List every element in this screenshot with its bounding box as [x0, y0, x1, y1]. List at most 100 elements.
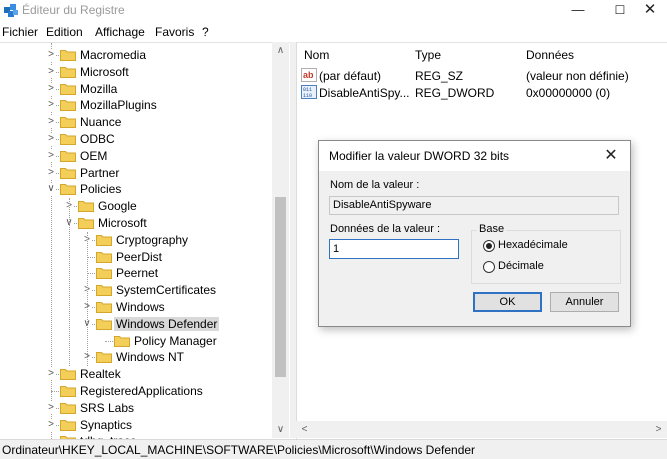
- status-path: Ordinateur\HKEY_LOCAL_MACHINE\SOFTWARE\P…: [2, 443, 476, 457]
- radio-hexadecimal-label[interactable]: Hexadécimale: [498, 239, 568, 251]
- minimize-button[interactable]: —: [558, 0, 598, 22]
- value-data: (valeur non définie): [526, 69, 629, 83]
- folder-icon: [60, 367, 76, 381]
- expand-chevron-icon[interactable]: >: [46, 49, 56, 61]
- edit-dword-dialog: Modifier la valeur DWORD 32 bits ✕ Nom d…: [318, 140, 631, 327]
- tree-item[interactable]: ∨ Policies: [0, 181, 272, 198]
- list-horizontal-scrollbar[interactable]: < >: [296, 421, 667, 438]
- tree-item[interactable]: Peernet: [0, 265, 272, 282]
- folder-icon: [60, 182, 76, 196]
- list-item[interactable]: 011 110 DisableAntiSpy... REG_DWORD 0x00…: [297, 84, 667, 101]
- tree-item[interactable]: > Synaptics: [0, 417, 272, 434]
- tree-guide-line: [69, 198, 70, 367]
- menu-fichier[interactable]: Fichier: [2, 25, 38, 39]
- tree-item-label: Windows Defender: [114, 316, 220, 331]
- expand-chevron-icon[interactable]: >: [46, 133, 56, 145]
- expand-chevron-icon[interactable]: >: [46, 116, 56, 129]
- cancel-button[interactable]: Annuler: [550, 292, 619, 312]
- expand-chevron-icon[interactable]: >: [46, 82, 56, 95]
- tree-item[interactable]: > Macromedia: [0, 47, 272, 64]
- folder-icon: [96, 233, 112, 246]
- tree-item[interactable]: > ODBC: [0, 131, 272, 148]
- dialog-close-icon[interactable]: ✕: [599, 145, 623, 167]
- tree-item[interactable]: > Windows NT: [0, 349, 272, 366]
- menu-bar: Fichier Edition Affichage Favoris ?: [0, 22, 667, 42]
- scroll-right-icon[interactable]: >: [650, 421, 667, 438]
- close-window-button[interactable]: ✕: [630, 0, 667, 22]
- folder-icon: [60, 149, 76, 162]
- tree-item-label: Realtek: [80, 367, 121, 382]
- value-data-input[interactable]: 1: [329, 239, 459, 259]
- list-item[interactable]: ab (par défaut) REG_SZ (valeur non défin…: [297, 67, 667, 84]
- tree-item[interactable]: > Cryptography: [0, 232, 272, 249]
- folder-icon: [60, 166, 76, 179]
- tree-item[interactable]: ∨ Microsoft: [0, 215, 272, 232]
- expand-chevron-icon[interactable]: >: [46, 149, 56, 162]
- tree-item[interactable]: ∨ Windows Defender: [0, 316, 272, 333]
- tree-item-label: PeerDist: [116, 249, 163, 264]
- tree-item-label: ODBC: [80, 132, 115, 146]
- tree-item-label: Macromedia: [80, 48, 147, 62]
- menu-favoris[interactable]: Favoris: [155, 25, 194, 39]
- expand-chevron-icon[interactable]: >: [46, 65, 56, 78]
- expand-chevron-icon[interactable]: >: [46, 401, 56, 414]
- tree-item[interactable]: > Partner: [0, 165, 272, 182]
- tree-item[interactable]: > Nuance: [0, 114, 272, 131]
- folder-icon: [60, 65, 76, 78]
- tree-scroll-thumb[interactable]: [275, 197, 286, 377]
- tree-item[interactable]: > Microsoft: [0, 64, 272, 81]
- folder-icon: [60, 98, 76, 112]
- tree-item-label: RegisteredApplications: [80, 384, 203, 398]
- radio-hexadecimal[interactable]: [483, 240, 495, 252]
- tree-item[interactable]: > Realtek: [0, 366, 272, 383]
- value-data: 0x00000000 (0): [526, 86, 611, 100]
- svg-text:110: 110: [303, 93, 312, 99]
- folder-icon: [60, 82, 76, 95]
- tree-item[interactable]: PeerDist: [0, 249, 272, 266]
- folder-icon: [78, 199, 94, 213]
- radio-decimal-label[interactable]: Décimale: [498, 260, 544, 272]
- folder-icon: [60, 115, 76, 129]
- tree-item-label: Policies: [80, 182, 122, 197]
- value-data-label: Données de la valeur :: [330, 223, 441, 235]
- tree-item-label: SystemCertificates: [116, 283, 217, 298]
- value-name: DisableAntiSpy...: [319, 86, 410, 100]
- tree-vertical-scrollbar[interactable]: ∧ ∨: [272, 42, 289, 438]
- status-bar: Ordinateur\HKEY_LOCAL_MACHINE\SOFTWARE\P…: [0, 439, 667, 459]
- tree-item[interactable]: RegisteredApplications: [0, 383, 272, 400]
- tree-item[interactable]: > Google: [0, 198, 272, 215]
- column-header-data[interactable]: Données: [526, 48, 574, 62]
- expand-chevron-icon[interactable]: >: [46, 368, 56, 381]
- column-header-name[interactable]: Nom: [304, 48, 329, 62]
- scroll-up-icon[interactable]: ∧: [272, 42, 289, 59]
- menu-affichage[interactable]: Affichage: [95, 25, 145, 39]
- folder-icon: [60, 132, 76, 145]
- tree-guide-line: [87, 231, 88, 367]
- collapse-chevron-icon[interactable]: ∨: [46, 183, 56, 196]
- key-tree[interactable]: > Macromedia > Microsoft > Mozilla > MozillaPlu…: [0, 42, 290, 439]
- tree-item[interactable]: > SRS Labs: [0, 400, 272, 417]
- ok-button[interactable]: OK: [473, 292, 542, 312]
- tree-item[interactable]: > Mozilla: [0, 81, 272, 98]
- tree-item-label: Google: [98, 199, 137, 214]
- tree-item-label: OEM: [80, 148, 108, 163]
- tree-item[interactable]: > SystemCertificates: [0, 282, 272, 299]
- radio-decimal[interactable]: [483, 261, 495, 273]
- expand-chevron-icon[interactable]: >: [46, 99, 56, 112]
- tree-item[interactable]: > Windows: [0, 299, 272, 316]
- expand-chevron-icon[interactable]: >: [46, 418, 56, 431]
- tree-item-label: Partner: [80, 165, 120, 180]
- menu-help[interactable]: ?: [202, 25, 209, 39]
- tree-item[interactable]: Policy Manager: [0, 333, 272, 350]
- scroll-down-icon[interactable]: ∨: [272, 421, 289, 438]
- tree-item-label: MozillaPlugins: [80, 98, 157, 113]
- folder-icon: [60, 418, 76, 431]
- tree-item[interactable]: > MozillaPlugins: [0, 97, 272, 114]
- expand-chevron-icon[interactable]: >: [46, 166, 56, 179]
- tree-item[interactable]: > OEM: [0, 148, 272, 165]
- menu-edition[interactable]: Edition: [46, 25, 83, 39]
- scroll-left-icon[interactable]: <: [296, 421, 313, 438]
- folder-icon: [78, 216, 94, 229]
- folder-icon: [60, 48, 76, 61]
- column-header-type[interactable]: Type: [415, 48, 441, 62]
